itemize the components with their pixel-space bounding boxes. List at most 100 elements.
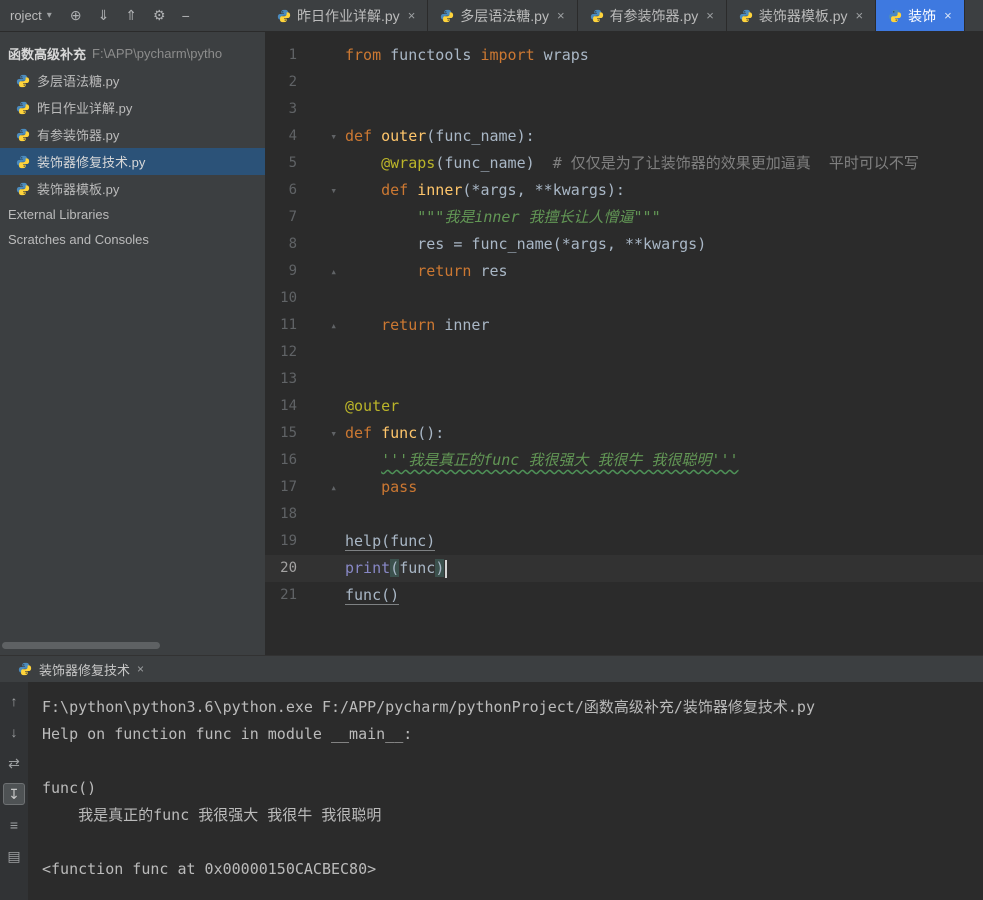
- run-tool-window: 装饰器修复技术 × ↑ ↓ ⇄ ↧ ≡ ▤ F:\python\python3.6\pyt…: [0, 655, 983, 900]
- line-number: 20: [280, 560, 297, 576]
- code-line[interactable]: 9 ▴ return res: [265, 258, 983, 285]
- close-tab-icon[interactable]: ×: [856, 8, 864, 23]
- run-tab-bar: 装饰器修复技术 ×: [0, 656, 983, 682]
- python-file-icon: [16, 155, 30, 169]
- print-output-icon[interactable]: ≡: [3, 814, 25, 836]
- console-output[interactable]: F:\python\python3.6\python.exe F:/APP/py…: [28, 682, 983, 900]
- sidebar-tree-node[interactable]: External Libraries: [0, 202, 265, 227]
- sidebar-file-item[interactable]: 昨日作业详解.py: [0, 94, 265, 121]
- code-text: return res: [417, 262, 508, 280]
- hide-panel-icon[interactable]: −: [182, 8, 190, 24]
- code-line[interactable]: 15 ▾ def func():: [265, 420, 983, 447]
- locate-icon[interactable]: ⊕: [70, 7, 82, 24]
- project-dropdown[interactable]: roject ▾: [10, 8, 52, 23]
- fold-gutter: [297, 366, 345, 393]
- sidebar-file-item[interactable]: 装饰器修复技术.py: [0, 148, 265, 175]
- up-arrow-icon[interactable]: ↑: [3, 690, 25, 712]
- tab-label: 多层语法糖.py: [460, 7, 549, 24]
- console-line: <function func at 0x00000150CACBEC80>: [42, 860, 377, 878]
- settings-gear-icon[interactable]: ⚙: [153, 7, 166, 24]
- code-line[interactable]: 7 """我是inner 我擅长让人憎逼""": [265, 204, 983, 231]
- expand-all-icon[interactable]: ⇑: [125, 7, 137, 24]
- code-line[interactable]: 12: [265, 339, 983, 366]
- code-line[interactable]: 17 ▴ pass: [265, 474, 983, 501]
- code-line[interactable]: 8 res = func_name(*args, **kwargs): [265, 231, 983, 258]
- file-label: 昨日作业详解.py: [37, 101, 133, 116]
- close-tab-icon[interactable]: ×: [557, 8, 565, 23]
- editor-tab[interactable]: 昨日作业详解.py ×: [265, 0, 429, 31]
- clear-output-icon[interactable]: ▤: [3, 845, 25, 867]
- python-file-icon: [16, 74, 30, 88]
- code-text: def inner(*args, **kwargs):: [381, 181, 625, 199]
- sidebar-tree-node[interactable]: Scratches and Consoles: [0, 227, 265, 252]
- python-file-icon: [16, 101, 30, 115]
- fold-gutter: [297, 42, 345, 69]
- sidebar-file-item[interactable]: 有参装饰器.py: [0, 121, 265, 148]
- fold-marker-icon[interactable]: ▴: [297, 474, 345, 501]
- editor-tab[interactable]: 装饰器模板.py ×: [726, 0, 877, 31]
- file-label: 装饰器修复技术.py: [37, 155, 146, 170]
- code-text: print(func): [345, 555, 448, 582]
- console-line: Help on function func in module __main__…: [42, 725, 413, 743]
- horizontal-scrollbar[interactable]: [2, 642, 160, 649]
- fold-gutter: [297, 231, 345, 258]
- code-editor[interactable]: 1 from functools import wraps 2 3 4 ▾ def oute…: [265, 32, 983, 655]
- code-line[interactable]: 20 print(func): [265, 555, 983, 582]
- code-line[interactable]: 2: [265, 69, 983, 96]
- tab-label: 昨日作业详解.py: [297, 7, 400, 24]
- close-tab-icon[interactable]: ×: [706, 8, 714, 23]
- code-line[interactable]: 4 ▾ def outer(func_name):: [265, 123, 983, 150]
- code-line[interactable]: 16 '''我是真正的func 我很强大 我很牛 我很聪明''': [265, 447, 983, 474]
- fold-gutter: [297, 96, 345, 123]
- code-line[interactable]: 13: [265, 366, 983, 393]
- code-line[interactable]: 18: [265, 501, 983, 528]
- sidebar-file-item[interactable]: 装饰器模板.py: [0, 175, 265, 202]
- toolbar-icons-slot: ⊕ ⇓ ⇑ ⚙ −: [70, 7, 190, 24]
- editor-tab[interactable]: 有参装饰器.py ×: [577, 0, 727, 31]
- code-line[interactable]: 21 func(): [265, 582, 983, 609]
- run-tab[interactable]: 装饰器修复技术 ×: [10, 656, 152, 682]
- python-file-icon: [18, 662, 32, 676]
- line-number: 21: [280, 587, 297, 603]
- code-line[interactable]: 10: [265, 285, 983, 312]
- fold-marker-icon[interactable]: ▾: [297, 177, 345, 204]
- editor-tab[interactable]: 装饰 ×: [876, 0, 965, 31]
- fold-gutter: [297, 555, 345, 582]
- code-line[interactable]: 5 @wraps(func_name) # 仅仅是为了让装饰器的效果更加逼真 平…: [265, 150, 983, 177]
- line-number: 11: [280, 317, 297, 333]
- line-number: 12: [280, 344, 297, 360]
- sidebar-file-item[interactable]: 多层语法糖.py: [0, 67, 265, 94]
- collapse-all-icon[interactable]: ⇓: [98, 7, 110, 24]
- fold-marker-icon[interactable]: ▴: [297, 312, 345, 339]
- code-line[interactable]: 11 ▴ return inner: [265, 312, 983, 339]
- fold-marker-icon[interactable]: ▾: [297, 420, 345, 447]
- project-panel: 函数高级补充 F:\APP\pycharm\pytho 多层语法糖.py 昨日作业…: [0, 32, 265, 655]
- close-tab-icon[interactable]: ×: [408, 8, 416, 23]
- fold-gutter: [297, 204, 345, 231]
- close-icon[interactable]: ×: [137, 662, 144, 676]
- code-line[interactable]: 6 ▾ def inner(*args, **kwargs):: [265, 177, 983, 204]
- project-file-list: 多层语法糖.py 昨日作业详解.py 有参装饰器.py 装饰器修复技术.py 装饰器模板…: [0, 67, 265, 202]
- editor-tab[interactable]: 多层语法糖.py ×: [428, 0, 578, 31]
- fold-marker-icon[interactable]: ▾: [297, 123, 345, 150]
- fold-gutter: [297, 393, 345, 420]
- project-root-node[interactable]: 函数高级补充 F:\APP\pycharm\pytho: [0, 40, 265, 67]
- code-text: '''我是真正的func 我很强大 我很牛 我很聪明''': [381, 451, 739, 469]
- code-text: @outer: [345, 397, 400, 415]
- line-number: 8: [288, 236, 297, 252]
- code-text: func(): [345, 586, 400, 605]
- console-line: F:\python\python3.6\python.exe F:/APP/py…: [42, 698, 815, 716]
- code-line[interactable]: 3: [265, 96, 983, 123]
- code-line[interactable]: 14 @outer: [265, 393, 983, 420]
- code-text: from functools import wraps: [345, 46, 589, 64]
- down-arrow-icon[interactable]: ↓: [3, 721, 25, 743]
- fold-marker-icon[interactable]: ▴: [297, 258, 345, 285]
- project-root-path: F:\APP\pycharm\pytho: [92, 46, 223, 61]
- line-number: 13: [280, 371, 297, 387]
- code-line[interactable]: 1 from functools import wraps: [265, 42, 983, 69]
- code-text: def func():: [345, 424, 445, 442]
- rerun-icon[interactable]: ⇄: [3, 752, 25, 774]
- code-line[interactable]: 19 help(func): [265, 528, 983, 555]
- scroll-to-end-icon[interactable]: ↧: [3, 783, 25, 805]
- close-tab-icon[interactable]: ×: [944, 8, 952, 23]
